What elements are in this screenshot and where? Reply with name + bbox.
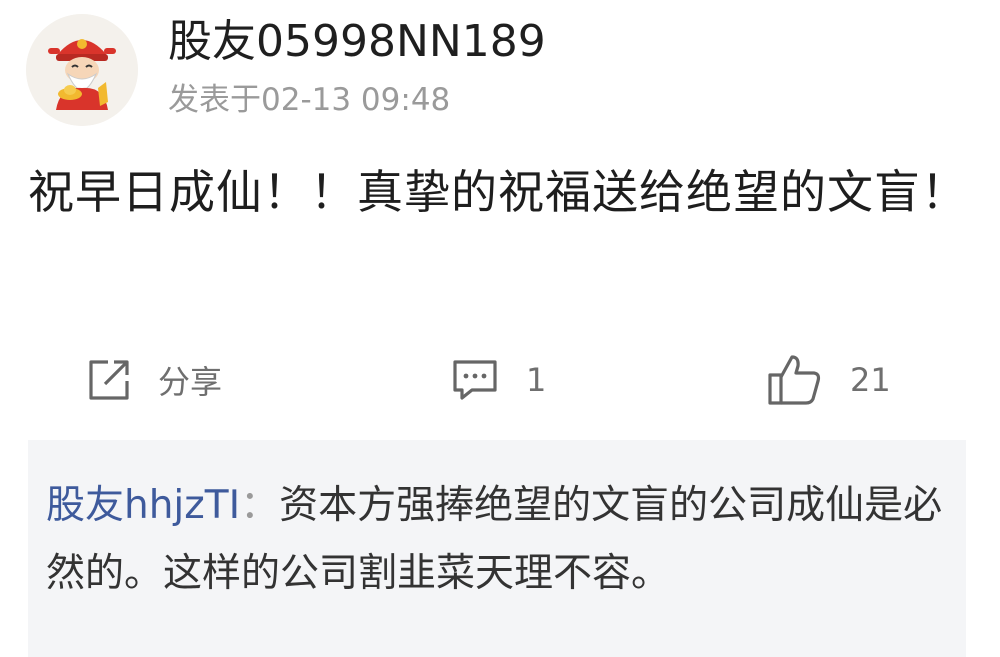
like-button[interactable]: 21 (766, 340, 891, 420)
post-author[interactable]: 股友05998NN189 (168, 12, 546, 72)
comment-count: 1 (526, 361, 547, 399)
post-actions: 分享 1 21 (0, 340, 1000, 420)
reply-separator: ： (240, 483, 280, 528)
god-of-wealth-icon (26, 14, 138, 126)
reply-preview[interactable]: 股友hhjzTI：资本方强捧绝望的文盲的公司成仙是必然的。这样的公司割韭菜天理不… (28, 440, 966, 657)
comment-button[interactable]: 1 (450, 340, 546, 420)
avatar[interactable] (26, 14, 138, 126)
reply-author[interactable]: 股友hhjzTI (46, 483, 240, 528)
post-timestamp: 发表于02-13 09:48 (168, 82, 451, 118)
share-icon (89, 360, 129, 400)
thumbs-up-icon (768, 355, 821, 405)
reply-text-block: 股友hhjzTI：资本方强捧绝望的文盲的公司成仙是必然的。这样的公司割韭菜天理不… (46, 472, 946, 608)
post-body: 祝早日成仙！！真挚的祝福送给绝望的文盲！ (28, 165, 968, 219)
share-label: 分享 (158, 363, 223, 401)
post-header: 股友05998NN189 发表于02-13 09:48 (0, 0, 1000, 140)
like-count: 21 (850, 361, 891, 399)
share-button[interactable]: 分享 (86, 340, 222, 420)
comment-icon (453, 360, 497, 400)
